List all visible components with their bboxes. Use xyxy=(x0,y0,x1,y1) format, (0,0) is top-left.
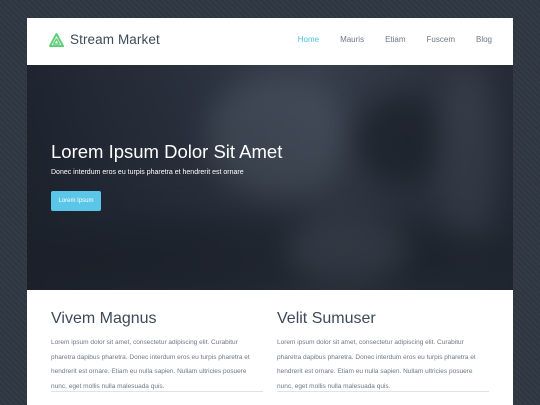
feature-column: Velit Sumuser Lorem ipsum dolor sit amet… xyxy=(277,310,489,394)
triangle-logo-icon xyxy=(49,32,64,47)
site-header: Stream Market Home Mauris Etiam Fuscem B… xyxy=(27,18,513,66)
brand-logo[interactable]: Stream Market xyxy=(49,32,160,47)
hero-title: Lorem Ipsum Dolor Sit Amet xyxy=(51,141,283,162)
hero-subtitle: Donec interdum eros eu turpis pharetra e… xyxy=(51,169,244,176)
nav-item-mauris[interactable]: Mauris xyxy=(340,35,364,44)
column-divider xyxy=(277,391,489,392)
hero-banner: Lorem Ipsum Dolor Sit Amet Donec interdu… xyxy=(27,65,513,290)
column-text: Lorem ipsum dolor sit amet, consectetur … xyxy=(51,339,250,390)
column-divider xyxy=(51,391,263,392)
column-text: Lorem ipsum dolor sit amet, consectetur … xyxy=(277,339,476,390)
site-frame: Stream Market Home Mauris Etiam Fuscem B… xyxy=(27,18,513,405)
content-section: Vivem Magnus Lorem ipsum dolor sit amet,… xyxy=(27,290,513,405)
main-nav: Home Mauris Etiam Fuscem Blog xyxy=(298,35,513,44)
column-title: Velit Sumuser xyxy=(277,310,376,327)
brand-name: Stream Market xyxy=(70,32,160,47)
nav-item-home[interactable]: Home xyxy=(298,35,319,44)
hero-overlay xyxy=(27,65,513,290)
feature-column: Vivem Magnus Lorem ipsum dolor sit amet,… xyxy=(51,310,263,394)
hero-cta-button[interactable]: Lorem Ipsum xyxy=(51,191,101,211)
nav-item-etiam[interactable]: Etiam xyxy=(385,35,405,44)
column-title: Vivem Magnus xyxy=(51,310,157,327)
nav-item-blog[interactable]: Blog xyxy=(476,35,492,44)
nav-item-fuscem[interactable]: Fuscem xyxy=(427,35,455,44)
